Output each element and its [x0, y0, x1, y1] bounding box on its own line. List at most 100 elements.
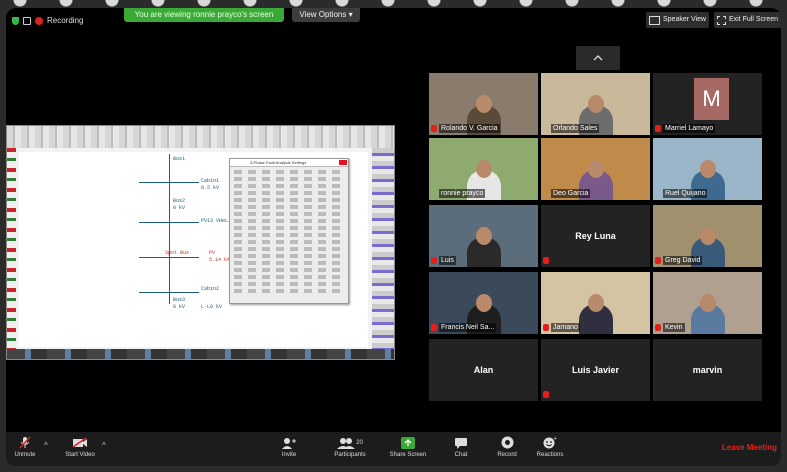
- bus2-label: Bus2: [173, 198, 186, 204]
- fault-value: 5.14 kA: [209, 257, 231, 263]
- video-off-icon: [72, 437, 87, 448]
- speaker-view-label: Speaker View: [663, 16, 707, 23]
- invite-label: Invite: [281, 452, 297, 458]
- participant-name: Greg David: [663, 256, 703, 265]
- top-bar: Recording You are viewing ronnie prayco'…: [6, 8, 781, 34]
- share-screen-label: Share Screen: [389, 452, 427, 458]
- chat-button[interactable]: Chat: [446, 436, 476, 458]
- participant-name: Rolando V. Garcia: [439, 124, 500, 133]
- participant-name-center: Alan: [473, 365, 494, 375]
- recording-label: Recording: [47, 16, 84, 25]
- invite-button[interactable]: Invite: [274, 436, 304, 458]
- participant-name: Orlando Sales: [551, 124, 600, 133]
- dialog-title: 3-Phase Fault Analysis Settings: [230, 159, 348, 167]
- participant-count: 20: [356, 439, 363, 446]
- participant-tile[interactable]: Luis: [429, 205, 538, 267]
- viewing-banner: You are viewing ronnie prayco's screen: [124, 8, 284, 22]
- pv-label: PV: [209, 250, 216, 256]
- close-icon[interactable]: [339, 160, 347, 165]
- share-screen-icon: [401, 436, 415, 449]
- participant-tile[interactable]: Francis Neil Sa...: [429, 272, 538, 334]
- invite-icon: [282, 437, 296, 449]
- participant-name: Francis Neil Sa...: [439, 323, 497, 332]
- reactions-button[interactable]: + Reactions: [530, 436, 570, 458]
- speaker-view-button[interactable]: Speaker View: [646, 12, 709, 28]
- speaker-view-icon: [649, 15, 660, 25]
- participant-name: Luis: [439, 256, 456, 265]
- mic-muted-icon: [655, 257, 661, 264]
- meeting-status: Recording: [12, 16, 83, 25]
- participant-name-center: Luis Javier: [571, 365, 620, 375]
- mic-muted-icon: [431, 125, 437, 132]
- exit-full-screen-button[interactable]: Exit Full Screen: [714, 12, 781, 28]
- mic-muted-icon: [655, 324, 661, 331]
- bus3-label: Bus3: [173, 297, 186, 303]
- mic-muted-icon: [543, 324, 549, 331]
- avatar: M: [694, 78, 729, 120]
- participant-tile[interactable]: M Marriel Lamayo: [653, 73, 762, 135]
- participant-name: ronnie prayco: [439, 189, 486, 198]
- spot-bus-label: Spot Bus: [165, 250, 190, 256]
- participant-tile[interactable]: Greg David: [653, 205, 762, 267]
- exit-fullscreen-icon: [717, 15, 726, 25]
- participant-tile[interactable]: marvin: [653, 339, 762, 401]
- unmute-button[interactable]: Unmute: [10, 436, 40, 458]
- participant-name: Deo Garcia: [551, 189, 591, 198]
- chat-icon: [455, 437, 467, 449]
- chat-label: Chat: [454, 452, 468, 458]
- participant-tile[interactable]: Luis Javier: [541, 339, 650, 401]
- view-options-button[interactable]: View Options ▾: [292, 8, 360, 22]
- participants-label: Participants: [334, 452, 366, 458]
- start-video-button[interactable]: Start Video: [58, 436, 102, 458]
- participants-icon: [337, 437, 356, 449]
- participants-button[interactable]: 20 Participants: [324, 436, 376, 458]
- share-screen-button[interactable]: Share Screen: [386, 436, 430, 458]
- mic-muted-icon: [543, 257, 549, 264]
- start-video-label: Start Video: [65, 452, 95, 458]
- participant-name-center: Rey Luna: [575, 231, 616, 241]
- cabin1-value: 0.5 kV: [201, 185, 220, 191]
- unmute-label: Unmute: [14, 452, 36, 458]
- participant-name-center: marvin: [692, 365, 723, 375]
- scroll-up-button[interactable]: [576, 46, 620, 70]
- cabin1-label: Cabin1: [201, 178, 220, 184]
- participant-tile[interactable]: Kevin: [653, 272, 762, 334]
- mic-muted-icon: [431, 257, 437, 264]
- video-options-caret[interactable]: ^: [102, 441, 106, 450]
- audio-options-caret[interactable]: ^: [44, 441, 48, 450]
- participant-name: Jamano: [551, 323, 580, 332]
- participant-tile[interactable]: Jamano: [541, 272, 650, 334]
- cabin2-label: Cabin2: [201, 286, 220, 292]
- shield-icon[interactable]: [12, 16, 19, 25]
- shared-screen[interactable]: Bus1 Cabin1 0.5 kV Bus2 0 kV PV13 VHeL/C…: [6, 125, 395, 360]
- participant-tile[interactable]: Ruel Quijano: [653, 138, 762, 200]
- participant-name: Ruel Quijano: [663, 189, 708, 198]
- shared-app-toolbar: [7, 126, 394, 148]
- svg-text:+: +: [553, 436, 557, 442]
- mic-muted-icon: [19, 436, 31, 449]
- record-button[interactable]: Record: [490, 436, 524, 458]
- recording-dot-icon: [35, 16, 43, 25]
- shared-app-right-palette: [372, 148, 394, 349]
- bus1-label: Bus1: [173, 156, 186, 162]
- participant-name: Marriel Lamayo: [663, 124, 716, 133]
- mic-muted-icon: [543, 391, 549, 398]
- reactions-icon: +: [543, 436, 557, 449]
- participant-tile[interactable]: ronnie prayco: [429, 138, 538, 200]
- participant-tile[interactable]: Deo Garcia: [541, 138, 650, 200]
- record-label: Record: [497, 452, 517, 458]
- mic-muted-icon: [655, 125, 661, 132]
- fault-analysis-dialog[interactable]: 3-Phase Fault Analysis Settings: [229, 158, 349, 304]
- record-icon: [501, 436, 513, 449]
- zoom-meeting-window: Recording You are viewing ronnie prayco'…: [6, 8, 781, 466]
- leave-meeting-button[interactable]: Leave Meeting: [722, 443, 777, 452]
- mic-muted-icon: [431, 324, 437, 331]
- participant-tile[interactable]: Rolando V. Garcia: [429, 73, 538, 135]
- participant-tile[interactable]: Orlando Sales: [541, 73, 650, 135]
- bus3-value: 0 kV: [173, 304, 186, 310]
- reactions-label: Reactions: [536, 452, 564, 458]
- participant-tile[interactable]: Rey Luna: [541, 205, 650, 267]
- bus2-value: 0 kV: [173, 205, 186, 211]
- shared-taskbar: [7, 349, 394, 359]
- participant-tile[interactable]: Alan: [429, 339, 538, 401]
